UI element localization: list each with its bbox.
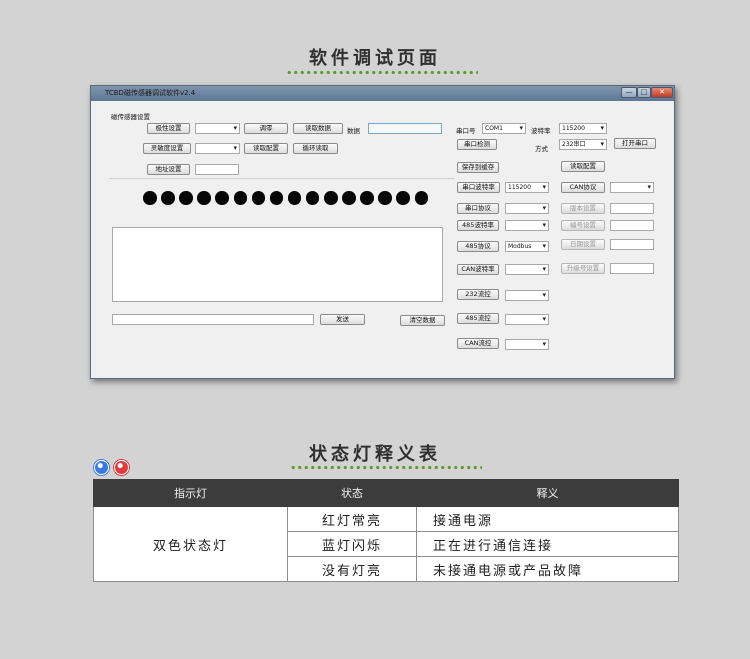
- baud-select[interactable]: 115200: [559, 123, 607, 134]
- port-label: 串口号: [456, 127, 476, 135]
- meaning-cell: 未接通电源或产品故障: [416, 556, 679, 582]
- status-led-icon: [179, 191, 193, 205]
- flow-485-button[interactable]: 485流控: [457, 313, 499, 324]
- can-flow-button[interactable]: CAN流控: [457, 338, 499, 349]
- indicator-name: 双色状态灯: [93, 506, 288, 582]
- can-baud-select[interactable]: [505, 264, 549, 275]
- status-led-icon: [396, 191, 410, 205]
- data-field[interactable]: [368, 123, 442, 134]
- window-titlebar: TCBD磁传感器调试软件v2.4 — □ ✕: [91, 86, 674, 101]
- title-dotted-underline-2: [290, 465, 482, 470]
- state-cell: 没有灯亮: [287, 556, 417, 582]
- port-select[interactable]: COM1: [482, 123, 526, 134]
- read-config-right-button[interactable]: 读取配置: [561, 161, 605, 172]
- output-log[interactable]: [112, 227, 443, 302]
- status-led-icon: [324, 191, 338, 205]
- status-led-icon: [161, 191, 175, 205]
- flow-232-select[interactable]: [505, 290, 549, 301]
- upgrade-settings-button[interactable]: 升级号设置: [561, 263, 605, 274]
- meaning-cell: 接通电源: [416, 506, 679, 532]
- meaning-cell: 正在进行通信连接: [416, 531, 679, 557]
- version-field[interactable]: [610, 203, 654, 214]
- save-cache-button[interactable]: 保存到缓存: [457, 162, 499, 173]
- status-led-icon: [305, 191, 320, 205]
- clear-data-button[interactable]: 清空数据: [400, 315, 445, 326]
- group-divider: [109, 178, 455, 179]
- section-title-software-debug: 软件调试页面: [309, 48, 441, 69]
- flow-232-button[interactable]: 232流控: [457, 289, 499, 300]
- mode-label: 方式: [535, 145, 548, 153]
- status-led-icon: [342, 191, 356, 205]
- serial-baud-select[interactable]: 115200: [505, 182, 549, 193]
- window-title: TCBD磁传感器调试软件v2.4: [105, 89, 196, 97]
- read-data-button[interactable]: 读取数据: [293, 123, 343, 134]
- mode-select[interactable]: 232串口: [559, 139, 607, 150]
- number-field[interactable]: [610, 220, 654, 231]
- open-port-button[interactable]: 打开串口: [614, 138, 656, 149]
- zero-button[interactable]: 调零: [244, 123, 288, 134]
- serial-protocol-select[interactable]: [505, 203, 549, 214]
- title-dotted-underline: [286, 70, 478, 75]
- date-settings-button[interactable]: 日期设置: [561, 239, 605, 250]
- status-led-icon: [143, 191, 157, 205]
- can-baud-button[interactable]: CAN波特率: [457, 264, 499, 275]
- sensitivity-settings-button[interactable]: 灵敏度设置: [143, 143, 191, 154]
- close-button[interactable]: ✕: [651, 87, 673, 98]
- baud-485-select[interactable]: [505, 220, 549, 231]
- polarity-select[interactable]: [195, 123, 240, 134]
- baud-label: 波特率: [531, 127, 551, 135]
- date-field[interactable]: [610, 239, 654, 250]
- header-indicator: 指示灯: [93, 479, 288, 507]
- status-led-icon: [251, 191, 266, 205]
- red-indicator-icon: [114, 460, 129, 475]
- loop-read-button[interactable]: 循环读取: [293, 143, 338, 154]
- state-cell: 蓝灯闪烁: [287, 531, 417, 557]
- status-led-icon: [360, 191, 374, 205]
- status-led-icon: [378, 191, 392, 205]
- status-led-icon: [215, 191, 229, 205]
- send-input[interactable]: [112, 314, 314, 325]
- page: 软件调试页面 TCBD磁传感器调试软件v2.4 — □ ✕ 磁传感器设置 极性设…: [0, 0, 750, 659]
- header-state: 状态: [287, 479, 417, 507]
- can-protocol-select[interactable]: [610, 182, 654, 193]
- read-config-button[interactable]: 读取配置: [244, 143, 288, 154]
- state-cell: 红灯常亮: [287, 506, 417, 532]
- data-label: 数据: [347, 127, 360, 135]
- upgrade-field[interactable]: [610, 263, 654, 274]
- app-window: TCBD磁传感器调试软件v2.4 — □ ✕ 磁传感器设置 极性设置 调零 读取…: [90, 85, 675, 379]
- status-led-icon: [197, 191, 211, 205]
- baud-485-button[interactable]: 485波特率: [457, 220, 499, 231]
- can-protocol-button[interactable]: CAN协议: [561, 182, 605, 193]
- protocol-485-button[interactable]: 485协议: [457, 241, 499, 252]
- status-led-icon: [414, 191, 428, 205]
- blue-indicator-icon: [94, 460, 109, 475]
- table-row: 双色状态灯 红灯常亮 接通电源: [93, 506, 679, 582]
- serial-baud-button[interactable]: 串口波特率: [457, 182, 500, 193]
- status-light-table: 指示灯 状态 释义 双色状态灯 红灯常亮 接通电源 蓝灯闪烁 正在进行通信连接 …: [93, 479, 679, 582]
- status-led-icon: [287, 191, 302, 205]
- can-flow-select[interactable]: [505, 339, 549, 350]
- version-settings-button[interactable]: 版本设置: [561, 203, 605, 214]
- minimize-button[interactable]: —: [621, 87, 637, 98]
- serial-protocol-button[interactable]: 串口协议: [457, 203, 499, 214]
- maximize-button[interactable]: □: [637, 87, 651, 98]
- status-led-icon: [269, 191, 284, 205]
- sensor-settings-label: 磁传感器设置: [111, 113, 150, 121]
- protocol-485-select[interactable]: Modbus: [505, 241, 549, 252]
- address-settings-button[interactable]: 地址设置: [147, 164, 190, 175]
- send-button[interactable]: 发送: [320, 314, 365, 325]
- port-detect-button[interactable]: 串口检测: [457, 139, 497, 150]
- table-header-row: 指示灯 状态 释义: [93, 479, 679, 507]
- number-settings-button[interactable]: 编号设置: [561, 220, 605, 231]
- header-meaning: 释义: [416, 479, 679, 507]
- address-field[interactable]: [195, 164, 239, 175]
- flow-485-select[interactable]: [505, 314, 549, 325]
- status-led-icon: [233, 191, 247, 205]
- section-title-status-light: 状态灯释义表: [309, 444, 441, 465]
- sensitivity-select[interactable]: [195, 143, 240, 154]
- polarity-settings-button[interactable]: 极性设置: [147, 123, 190, 134]
